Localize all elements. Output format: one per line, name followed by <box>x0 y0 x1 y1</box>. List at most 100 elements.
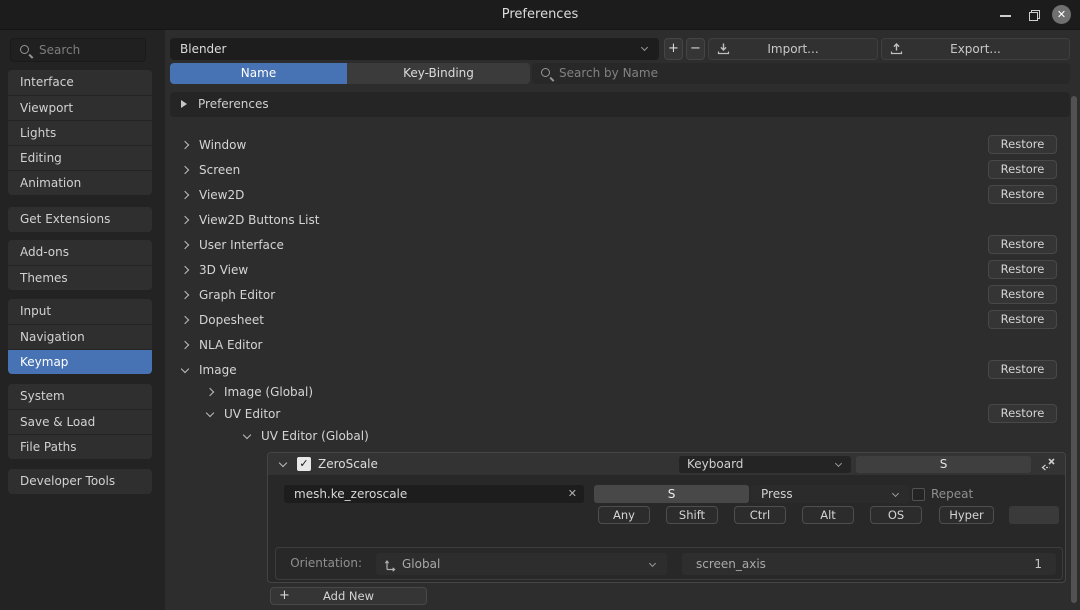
map-type-value: Keyboard <box>687 457 743 471</box>
expand-chevron-icon[interactable] <box>206 388 214 396</box>
expand-chevron-icon[interactable] <box>181 241 189 249</box>
value-selected: Press <box>761 487 793 501</box>
restore-button[interactable]: Restore <box>988 235 1057 254</box>
keymap-item-active-checkbox[interactable]: ✓ <box>297 457 311 471</box>
keymap-row[interactable]: Graph Editor Restore <box>170 283 1070 307</box>
expand-chevron-icon[interactable] <box>206 409 214 417</box>
restore-button[interactable]: Restore <box>988 260 1057 279</box>
keymap-row-label: Dopesheet <box>199 308 264 332</box>
sidebar-item-viewport[interactable]: Viewport <box>8 95 152 120</box>
map-type-dropdown[interactable]: Keyboard <box>679 456 851 473</box>
keymap-row[interactable]: Screen Restore <box>170 158 1070 182</box>
sidebar-group: SystemSave & LoadFile Paths <box>8 384 152 459</box>
keymap-row[interactable]: UV Editor Restore <box>170 402 1070 426</box>
keymap-row[interactable]: UV Editor (Global) <box>170 424 1070 448</box>
restore-button[interactable]: Restore <box>988 360 1057 379</box>
keymap-row[interactable]: Image Restore <box>170 358 1070 382</box>
expand-chevron-icon[interactable] <box>181 141 189 149</box>
sidebar-item-keymap[interactable]: Keymap <box>8 349 152 374</box>
sidebar-item-navigation[interactable]: Navigation <box>8 324 152 349</box>
sidebar-group: InputNavigationKeymap <box>8 299 152 374</box>
restore-button[interactable]: Restore <box>988 285 1057 304</box>
keymap-row-label: Image (Global) <box>224 380 313 404</box>
sidebar-item-themes[interactable]: Themes <box>8 265 152 290</box>
sidebar-item-file-paths[interactable]: File Paths <box>8 434 152 459</box>
sidebar-group: Add-onsThemes <box>8 240 152 290</box>
modifier-button-ctrl[interactable]: Ctrl <box>734 506 786 524</box>
restore-button[interactable]: Restore <box>988 404 1057 423</box>
orientation-axes-icon <box>383 557 397 579</box>
chevron-down-icon <box>835 460 842 467</box>
keymap-row-label: 3D View <box>199 258 248 282</box>
modifier-button-shift[interactable]: Shift <box>666 506 718 524</box>
operator-id-input[interactable]: mesh.ke_zeroscale ✕ <box>284 485 584 503</box>
orientation-value: Global <box>402 553 440 575</box>
sidebar-group: Get Extensions <box>8 207 152 232</box>
sidebar-item-save-load[interactable]: Save & Load <box>8 409 152 434</box>
value-dropdown[interactable]: Press <box>751 485 909 503</box>
sidebar-search-input[interactable]: Search <box>10 38 146 62</box>
keymap-row[interactable]: Dopesheet Restore <box>170 308 1070 332</box>
keymap-row[interactable]: NLA Editor <box>170 333 1070 357</box>
sidebar-group: InterfaceViewportLightsEditingAnimation <box>8 70 152 195</box>
search-icon <box>20 45 29 54</box>
repeat-label: Repeat <box>931 485 973 503</box>
chevron-down-icon <box>892 490 899 497</box>
keymap-item-panel: ✓ ZeroScale Keyboard S mesh.ke_zeroscale… <box>267 452 1066 583</box>
keymap-row-label: View2D <box>199 183 244 207</box>
sidebar-item-interface[interactable]: Interface <box>8 70 152 95</box>
expand-chevron-icon[interactable] <box>181 291 189 299</box>
sidebar-item-editing[interactable]: Editing <box>8 145 152 170</box>
modifier-button-hyper[interactable]: Hyper <box>939 506 994 524</box>
keymap-row[interactable]: Window Restore <box>170 133 1070 157</box>
keymap-row-label: View2D Buttons List <box>199 208 319 232</box>
keymap-row[interactable]: 3D View Restore <box>170 258 1070 282</box>
repeat-checkbox[interactable] <box>912 488 925 501</box>
expand-chevron-icon[interactable] <box>181 266 189 274</box>
modifier-button-os[interactable]: OS <box>870 506 922 524</box>
sidebar-item-input[interactable]: Input <box>8 299 152 324</box>
restore-button[interactable]: Restore <box>988 185 1057 204</box>
plus-icon: + <box>279 588 290 604</box>
clear-icon[interactable]: ✕ <box>568 485 577 503</box>
key-display-field[interactable]: S <box>856 456 1031 473</box>
orientation-dropdown[interactable]: Global <box>376 553 667 575</box>
keymap-row-label: Image <box>199 358 237 382</box>
expand-chevron-icon[interactable] <box>181 341 189 349</box>
add-new-button[interactable]: + Add New <box>270 587 427 605</box>
expand-chevron-icon[interactable] <box>181 365 189 373</box>
expand-chevron-icon[interactable] <box>181 191 189 199</box>
expand-chevron-icon[interactable] <box>181 216 189 224</box>
keymap-item-header[interactable]: ✓ ZeroScale Keyboard S <box>268 453 1065 475</box>
sidebar-item-lights[interactable]: Lights <box>8 120 152 145</box>
sidebar-item-get-extensions[interactable]: Get Extensions <box>8 207 152 232</box>
vertical-scrollbar[interactable] <box>1071 96 1077 603</box>
keymap-row[interactable]: User Interface Restore <box>170 233 1070 257</box>
expand-chevron-icon[interactable] <box>243 431 251 439</box>
expand-chevron-icon[interactable] <box>181 316 189 324</box>
chevron-down-icon[interactable] <box>279 459 287 467</box>
sidebar-item-add-ons[interactable]: Add-ons <box>8 240 152 265</box>
sidebar-item-developer-tools[interactable]: Developer Tools <box>8 469 152 494</box>
keymap-item-name: ZeroScale <box>318 453 378 475</box>
keymap-row[interactable]: View2D Buttons List <box>170 208 1070 232</box>
restore-button[interactable]: Restore <box>988 160 1057 179</box>
keymap-row-label: Graph Editor <box>199 283 275 307</box>
restore-button[interactable]: Restore <box>988 310 1057 329</box>
key-button[interactable]: S <box>594 485 749 503</box>
modifier-button-alt[interactable]: Alt <box>802 506 854 524</box>
screen-axis-slider[interactable]: screen_axis 1 <box>682 553 1056 575</box>
delete-keymap-item-icon[interactable] <box>1039 455 1057 476</box>
sidebar-item-system[interactable]: System <box>8 384 152 409</box>
key-modifier-field[interactable] <box>1009 506 1059 524</box>
screen-axis-value: 1 <box>1034 553 1042 575</box>
sidebar-item-animation[interactable]: Animation <box>8 170 152 195</box>
modifier-button-any[interactable]: Any <box>598 506 650 524</box>
expand-chevron-icon[interactable] <box>181 166 189 174</box>
operator-properties-box: Orientation: Global screen_axis 1 <box>275 547 1063 580</box>
keymap-row[interactable]: View2D Restore <box>170 183 1070 207</box>
sidebar-search-placeholder: Search <box>39 39 80 61</box>
restore-button[interactable]: Restore <box>988 135 1057 154</box>
chevron-down-icon <box>649 560 656 567</box>
keymap-row[interactable]: Image (Global) <box>170 380 1070 404</box>
